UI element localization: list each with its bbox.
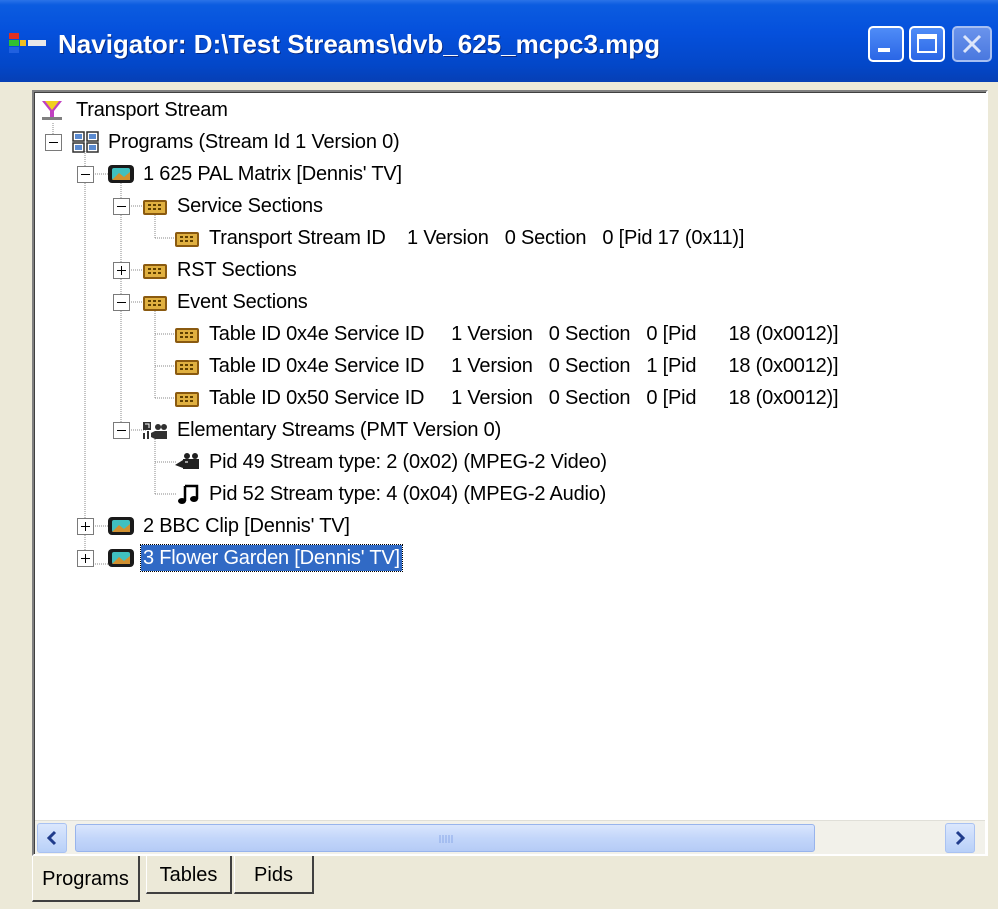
grip-icon xyxy=(439,835,453,843)
plus-icon xyxy=(81,554,90,563)
rst-sections-expand-toggle[interactable] xyxy=(113,262,130,279)
tree-node-program-3[interactable]: 3 Flower Garden [Dennis' TV] xyxy=(107,543,403,573)
tree-node-label: Table ID 0x4e Service ID 1 Version 0 Sec… xyxy=(209,323,839,345)
programs-collapse-toggle[interactable] xyxy=(45,134,62,151)
tree-node-transport-stream[interactable]: Transport Stream xyxy=(40,95,230,125)
video-camera-icon xyxy=(175,453,199,469)
tree-node-program-2[interactable]: 2 BBC Clip [Dennis' TV] xyxy=(107,511,352,541)
tv-program-icon xyxy=(108,165,134,183)
tree-node-video-pid[interactable]: Pid 49 Stream type: 2 (0x02) (MPEG-2 Vid… xyxy=(173,447,609,477)
tree-node-event-table-1[interactable]: Table ID 0x4e Service ID 1 Version 0 Sec… xyxy=(173,319,840,349)
tree-node-label: Pid 49 Stream type: 2 (0x02) (MPEG-2 Vid… xyxy=(209,451,607,473)
tv-program-icon xyxy=(108,549,134,567)
tree-node-label: Transport Stream xyxy=(76,99,228,121)
event-sections-collapse-toggle[interactable] xyxy=(113,294,130,311)
minimize-button[interactable] xyxy=(868,26,904,62)
tree-node-label: 2 BBC Clip [Dennis' TV] xyxy=(143,515,350,537)
minus-icon xyxy=(117,430,126,431)
horizontal-scrollbar[interactable] xyxy=(35,820,985,854)
service-sections-collapse-toggle[interactable] xyxy=(113,198,130,215)
tree-node-event-sections[interactable]: Event Sections xyxy=(141,287,310,317)
navigator-window: Navigator: D:\Test Streams\dvb_625_mcpc3… xyxy=(0,0,998,909)
tree-node-label: 1 625 PAL Matrix [Dennis' TV] xyxy=(143,163,402,185)
chevron-right-icon xyxy=(955,830,966,846)
tree-node-label: Transport Stream ID 1 Version 0 Section … xyxy=(209,227,745,249)
tab-strip: Programs Tables Pids xyxy=(32,856,432,906)
tree-view[interactable]: Transport Stream Programs (Stream Id 1 V… xyxy=(34,92,986,854)
close-button[interactable] xyxy=(952,26,992,62)
tab-tables[interactable]: Tables xyxy=(146,856,232,894)
minimize-icon xyxy=(878,48,890,52)
tree-node-label: Elementary Streams (PMT Version 0) xyxy=(177,419,502,441)
music-note-icon xyxy=(178,484,199,504)
tree-node-transport-stream-id[interactable]: Transport Stream ID 1 Version 0 Section … xyxy=(173,223,746,253)
scrollbar-thumb[interactable] xyxy=(75,824,815,852)
tree-node-label: Table ID 0x4e Service ID 1 Version 0 Sec… xyxy=(209,355,839,377)
minus-icon xyxy=(117,206,126,207)
tree-node-rst-sections[interactable]: RST Sections xyxy=(141,255,299,285)
minus-icon xyxy=(117,302,126,303)
maximize-button[interactable] xyxy=(909,26,945,62)
scroll-right-button[interactable] xyxy=(945,823,975,853)
program1-collapse-toggle[interactable] xyxy=(77,166,94,183)
tree-node-label: 3 Flower Garden [Dennis' TV] xyxy=(140,544,403,572)
tree-node-event-table-2[interactable]: Table ID 0x4e Service ID 1 Version 0 Sec… xyxy=(173,351,840,381)
tab-pids[interactable]: Pids xyxy=(234,856,314,894)
plus-icon xyxy=(81,522,90,531)
close-icon xyxy=(962,34,982,54)
navigator-app-icon xyxy=(9,33,46,53)
tree-node-label: Pid 52 Stream type: 4 (0x04) (MPEG-2 Aud… xyxy=(209,483,607,505)
program2-expand-toggle[interactable] xyxy=(77,518,94,535)
tree-node-programs[interactable]: Programs (Stream Id 1 Version 0) xyxy=(72,127,402,157)
elementary-streams-icon xyxy=(143,422,167,439)
programs-grid-icon xyxy=(72,131,99,153)
sections-icon xyxy=(143,264,167,279)
section-icon xyxy=(175,232,199,247)
tree-node-label: Programs (Stream Id 1 Version 0) xyxy=(108,131,400,153)
tree-node-elementary-streams[interactable]: Elementary Streams (PMT Version 0) xyxy=(141,415,503,445)
maximize-icon xyxy=(917,34,937,53)
minus-icon xyxy=(81,174,90,175)
sections-icon xyxy=(143,296,167,311)
transport-stream-icon xyxy=(42,101,62,120)
tree-view-frame: Transport Stream Programs (Stream Id 1 V… xyxy=(32,90,988,856)
section-icon xyxy=(175,328,199,343)
tree-node-audio-pid[interactable]: Pid 52 Stream type: 4 (0x04) (MPEG-2 Aud… xyxy=(173,479,608,509)
plus-icon xyxy=(117,266,126,275)
tree-node-label: RST Sections xyxy=(177,259,297,281)
section-icon xyxy=(175,392,199,407)
title-bar[interactable]: Navigator: D:\Test Streams\dvb_625_mcpc3… xyxy=(0,0,998,82)
tv-program-icon xyxy=(108,517,134,535)
tab-programs[interactable]: Programs xyxy=(32,856,140,902)
scroll-left-button[interactable] xyxy=(37,823,67,853)
tree-node-service-sections[interactable]: Service Sections xyxy=(141,191,325,221)
sections-icon xyxy=(143,200,167,215)
tree-node-label: Service Sections xyxy=(177,195,323,217)
tree-node-label: Event Sections xyxy=(177,291,308,313)
minus-icon xyxy=(49,142,58,143)
tree-node-label: Table ID 0x50 Service ID 1 Version 0 Sec… xyxy=(209,387,839,409)
tree-node-event-table-3[interactable]: Table ID 0x50 Service ID 1 Version 0 Sec… xyxy=(173,383,840,413)
chevron-left-icon xyxy=(46,830,57,846)
window-title: Navigator: D:\Test Streams\dvb_625_mcpc3… xyxy=(58,29,661,59)
elementary-streams-collapse-toggle[interactable] xyxy=(113,422,130,439)
section-icon xyxy=(175,360,199,375)
program3-expand-toggle[interactable] xyxy=(77,550,94,567)
tree-node-program-1[interactable]: 1 625 PAL Matrix [Dennis' TV] xyxy=(107,159,404,189)
